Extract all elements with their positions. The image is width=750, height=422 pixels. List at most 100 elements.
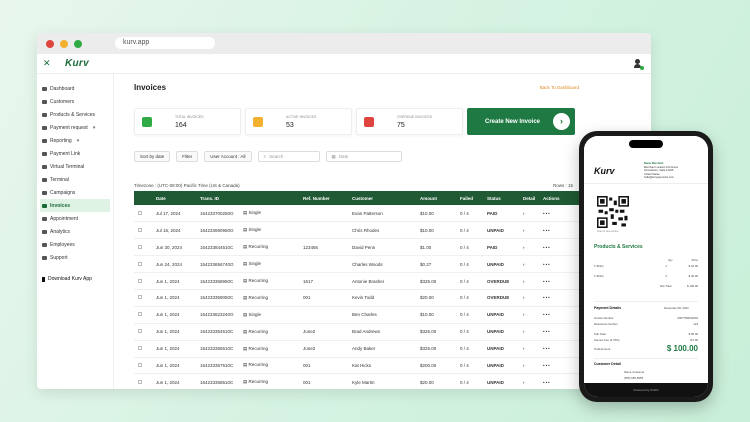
chevron-right-icon[interactable]: ›	[519, 238, 539, 257]
table-row[interactable]: Jun 30, 2024 154233844510C ▤ Recurring 1234…	[134, 238, 580, 257]
row-checkbox[interactable]	[138, 295, 142, 300]
chevron-right-icon[interactable]: ›	[519, 340, 539, 358]
sidebar-item-invoices[interactable]: Invoices	[40, 199, 110, 212]
chevron-right-icon[interactable]: ›	[519, 357, 539, 375]
cell-customer[interactable]: Chris Rhodes	[348, 221, 416, 240]
cell-customer[interactable]: Ben Charles	[348, 306, 416, 324]
table-row[interactable]: Jun 1, 2024 154233623240O ▤ Single Ben Char…	[134, 306, 580, 324]
row-checkbox[interactable]	[138, 329, 142, 334]
user-account-select[interactable]: User Account : All	[204, 151, 252, 162]
sidebar-item-support[interactable]: Support	[37, 251, 113, 264]
qr-code[interactable]	[597, 196, 629, 228]
cell-amount: $10.00	[416, 221, 456, 240]
chevron-right-icon[interactable]: ›	[519, 289, 539, 307]
virtual-terminal-icon	[42, 164, 47, 169]
row-checkbox[interactable]	[138, 227, 142, 232]
table-row[interactable]: Jun 1, 2024 154233359050C ▤ Recurring 001 Ke…	[134, 289, 580, 307]
filter-button[interactable]: Filter	[176, 151, 199, 162]
cell-customer[interactable]: Charles Woods	[348, 255, 416, 274]
rows-per-page[interactable]: Rows : 15	[553, 183, 573, 188]
chevron-right-icon[interactable]: ›	[519, 306, 539, 324]
more-actions-icon[interactable]: •••	[539, 340, 580, 358]
more-actions-icon[interactable]: •••	[539, 205, 580, 223]
cell-date: Jul 17, 2024	[152, 205, 196, 223]
header-ref-number[interactable]: Ref. Number	[299, 191, 348, 205]
cell-customer[interactable]: Brad Andrews	[348, 323, 416, 341]
cell-customer[interactable]: Kat Hicks	[348, 357, 416, 375]
date-input[interactable]: ▦ Date	[325, 151, 402, 162]
more-actions-icon[interactable]: •••	[539, 306, 580, 324]
products-section-title: Products & Services	[594, 244, 643, 250]
header-trans-id[interactable]: Trans. ID	[196, 191, 239, 205]
download-app-link[interactable]: Download Kurv App	[37, 276, 113, 282]
sidebar-item-appointment[interactable]: Appointment	[37, 212, 113, 225]
sidebar-item-employees[interactable]: Employees	[37, 238, 113, 251]
cell-customer[interactable]: Evan Patterson	[348, 205, 416, 223]
sidebar-item-products[interactable]: Products & Services	[37, 108, 113, 121]
table-row[interactable]: Jun 1, 2024 154233355510C ▤ Recurring June2…	[134, 340, 580, 358]
sidebar-item-campaigns[interactable]: Campaigns	[37, 186, 113, 199]
row-checkbox[interactable]	[138, 261, 142, 266]
chevron-right-icon[interactable]: ›	[519, 221, 539, 240]
row-checkbox[interactable]	[138, 312, 142, 317]
more-actions-icon[interactable]: •••	[539, 221, 580, 240]
header-failed[interactable]: Failed	[456, 191, 483, 205]
header-date[interactable]: Date	[152, 191, 196, 205]
more-actions-icon[interactable]: •••	[539, 323, 580, 341]
more-actions-icon[interactable]: •••	[539, 255, 580, 274]
row-checkbox[interactable]	[138, 244, 142, 249]
row-checkbox[interactable]	[138, 210, 142, 215]
chevron-right-icon[interactable]: ›	[519, 373, 539, 389]
search-input[interactable]: ⌕ Search	[257, 151, 320, 162]
close-window-button[interactable]	[46, 39, 54, 48]
cell-customer[interactable]: Kyle Martin	[348, 373, 416, 389]
row-checkbox[interactable]	[138, 278, 142, 283]
table-row[interactable]: Jul 16, 2024 154233690950O ▤ Single Chris R…	[134, 221, 580, 240]
sidebar-item-payment-request[interactable]: Payment request ▾	[37, 121, 113, 134]
maximize-window-button[interactable]	[74, 39, 82, 48]
sidebar-item-terminal[interactable]: Terminal	[37, 173, 113, 186]
cell-customer[interactable]: Andy Baker	[348, 340, 416, 358]
cell-date: Jul 16, 2024	[152, 221, 196, 240]
row-checkbox[interactable]	[138, 379, 142, 384]
chevron-right-icon[interactable]: ›	[519, 272, 539, 290]
cell-customer[interactable]: Kevin Todd	[348, 289, 416, 307]
sidebar-item-virtual-terminal[interactable]: Virtual Terminal	[37, 160, 113, 173]
table-row[interactable]: Jun 1, 2024 154233354510C ▤ Recurring June2…	[134, 323, 580, 341]
cell-customer[interactable]: David Penn	[348, 238, 416, 257]
sidebar-item-analytics[interactable]: Analytics	[37, 225, 113, 238]
back-to-dashboard-link[interactable]: Back To Dashboard	[540, 85, 579, 90]
header-customer[interactable]: Customer	[348, 191, 416, 205]
close-icon[interactable]: ✕	[43, 58, 57, 69]
sidebar-item-customers[interactable]: Customers	[37, 95, 113, 108]
cell-customer[interactable]: Antonie Brasher	[348, 272, 416, 290]
header-status[interactable]: Status	[483, 191, 519, 205]
create-invoice-button[interactable]: Create New Invoice ›	[467, 108, 575, 135]
more-actions-icon[interactable]: •••	[539, 357, 580, 375]
user-profile-icon[interactable]	[633, 59, 644, 70]
row-checkbox[interactable]	[138, 362, 142, 367]
more-actions-icon[interactable]: •••	[539, 272, 580, 290]
sidebar-item-reporting[interactable]: Reporting ▾	[37, 134, 113, 147]
chevron-right-icon[interactable]: ›	[519, 323, 539, 341]
table-row[interactable]: Jun 1, 2024 154233357510C ▤ Recurring 001 Ka…	[134, 357, 580, 375]
support-icon	[42, 255, 47, 260]
sort-by-date-button[interactable]: Sort by date	[134, 151, 171, 162]
table-row[interactable]: Jun 1, 2024 154233358950C ▤ Recurring 1617 A…	[134, 272, 580, 290]
minimize-window-button[interactable]	[60, 39, 68, 48]
table-row[interactable]: Jul 17, 2024 154233700250O ▤ Single Evan Pa…	[134, 205, 580, 223]
sidebar-item-dashboard[interactable]: Dashboard	[37, 82, 113, 95]
header-amount[interactable]: Amount	[416, 191, 456, 205]
row-checkbox[interactable]	[138, 346, 142, 351]
table-row[interactable]: Jun 24, 2024 154233656740O ▤ Single Charles…	[134, 255, 580, 274]
more-actions-icon[interactable]: •••	[539, 373, 580, 389]
chevron-right-icon[interactable]: ›	[519, 205, 539, 223]
more-actions-icon[interactable]: •••	[539, 238, 580, 257]
table-row[interactable]: Jun 1, 2024 154233358510C ▤ Recurring 001 Ky…	[134, 373, 580, 389]
payment-row: Reference Number 123	[594, 322, 698, 326]
more-actions-icon[interactable]: •••	[539, 289, 580, 307]
payment-row: Invoice Number 006776R032040	[594, 316, 698, 320]
chevron-right-icon[interactable]: ›	[519, 255, 539, 274]
url-bar[interactable]: kurv.app	[115, 37, 215, 49]
sidebar-item-payment-link[interactable]: Payment Link	[37, 147, 113, 160]
